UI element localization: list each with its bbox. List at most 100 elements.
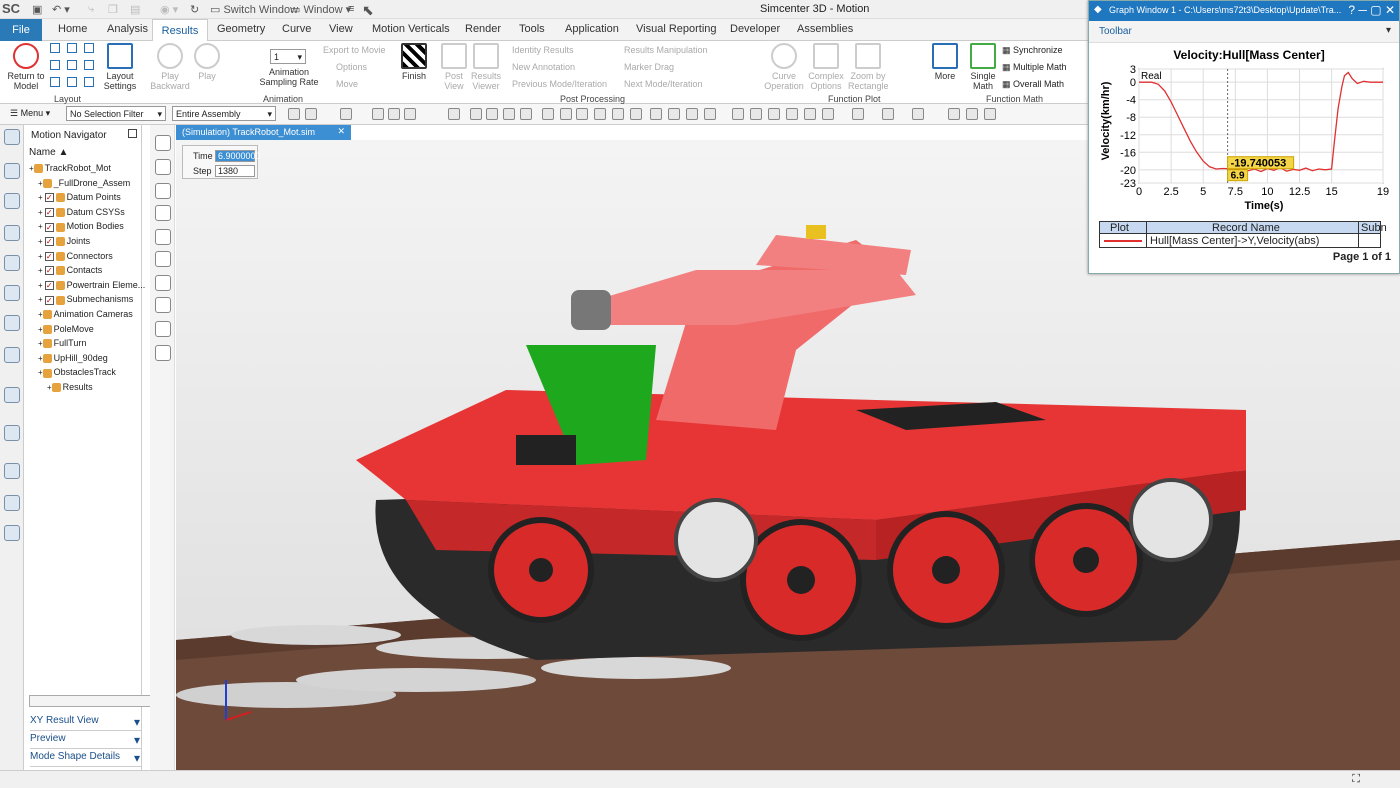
snap-icon[interactable]: [372, 108, 384, 120]
edge-icon[interactable]: [704, 108, 716, 120]
tab-geometry[interactable]: Geometry: [217, 23, 265, 35]
surface-icon[interactable]: [686, 108, 698, 120]
finish-button[interactable]: Finish: [398, 43, 430, 81]
expand-icon[interactable]: +: [29, 164, 34, 173]
plot-table-row[interactable]: Hull[Mass Center]->Y,Velocity(abs): [1100, 234, 1380, 248]
customize-icon[interactable]: ≡: [348, 3, 354, 15]
intersection-icon[interactable]: [612, 108, 624, 120]
navigator-item[interactable]: + FullTurn: [38, 336, 86, 350]
marker-drag-button[interactable]: Marker Drag: [624, 62, 674, 72]
expand-icon[interactable]: +: [38, 325, 43, 334]
tab-analysis[interactable]: Analysis: [107, 23, 148, 35]
selection-filter-select[interactable]: No Selection Filter: [66, 106, 166, 121]
navigator-item[interactable]: + ✓ Powertrain Eleme...: [38, 278, 145, 292]
line-icon[interactable]: [503, 108, 515, 120]
mode-shape-details-panel[interactable]: Mode Shape Details: [30, 751, 142, 767]
navigator-item[interactable]: + ✓ Contacts: [38, 263, 102, 277]
visibility-checkbox[interactable]: ✓: [44, 237, 54, 247]
undo-icon[interactable]: ↶ ▾: [52, 3, 70, 16]
play-icon[interactable]: [155, 135, 171, 151]
navigator-maximize-icon[interactable]: [128, 129, 137, 138]
navigator-item[interactable]: + ObstaclesTrack: [38, 365, 116, 379]
expand-icon[interactable]: +: [38, 237, 43, 246]
tangent-icon[interactable]: [630, 108, 642, 120]
globe-icon[interactable]: [4, 425, 20, 441]
paste-icon[interactable]: ▤: [130, 3, 140, 16]
tab-results[interactable]: Results: [152, 19, 208, 42]
filter-icon[interactable]: [340, 108, 352, 120]
part-navigator-icon[interactable]: [4, 255, 20, 271]
diagonal-icon[interactable]: [520, 108, 532, 120]
view-orient-icon[interactable]: [822, 108, 834, 120]
visibility-checkbox[interactable]: ✓: [44, 207, 54, 217]
chart-icon[interactable]: [4, 495, 20, 511]
visibility-checkbox[interactable]: ✓: [44, 251, 54, 261]
expand-icon[interactable]: +: [38, 339, 43, 348]
visibility-checkbox[interactable]: ✓: [44, 295, 54, 305]
hd3d-icon[interactable]: [4, 315, 20, 331]
export-to-movie-button[interactable]: Export to Movie: [323, 45, 386, 55]
previous-mode-button[interactable]: Previous Mode/Iteration: [512, 79, 607, 89]
tab-application[interactable]: Application: [565, 23, 619, 35]
target-icon[interactable]: [470, 108, 482, 120]
return-to-model-button[interactable]: Return to Model: [6, 43, 46, 91]
post-view-button[interactable]: Post View: [440, 43, 468, 91]
play-icon[interactable]: ◉ ▾: [160, 3, 178, 16]
layout-4-icon[interactable]: [50, 60, 60, 70]
assembly-scope-select[interactable]: Entire Assembly: [172, 106, 276, 121]
layout-6-icon[interactable]: [84, 60, 94, 70]
time-field[interactable]: 6.9000000: [215, 150, 261, 162]
edit-icon[interactable]: [966, 108, 978, 120]
help-icon[interactable]: ?: [1348, 3, 1355, 17]
tab-file[interactable]: File: [0, 19, 42, 41]
fit-view-icon[interactable]: [155, 229, 171, 245]
save-icon[interactable]: ▣: [32, 3, 42, 16]
assembly-icon[interactable]: [404, 108, 416, 120]
endpoint-icon[interactable]: [668, 108, 680, 120]
zoom-by-rectangle-button[interactable]: Zoom by Rectangle: [848, 43, 889, 91]
expand-icon[interactable]: +: [38, 266, 43, 275]
split-view-icon[interactable]: [155, 321, 171, 337]
navigator-item[interactable]: + ✓ Datum CSYSs: [38, 205, 125, 219]
xy-result-view-panel[interactable]: XY Result View: [30, 715, 142, 731]
expand-icon[interactable]: +: [38, 222, 43, 231]
sparkle-icon[interactable]: [155, 345, 171, 361]
identity-results-button[interactable]: Identity Results: [512, 45, 574, 55]
options-button[interactable]: Options: [336, 62, 367, 72]
close-icon[interactable]: ✕: [1385, 3, 1395, 17]
sphere-icon[interactable]: [448, 108, 460, 120]
navigator-item[interactable]: + _FullDrone_Assem: [38, 176, 130, 190]
play-backward-button[interactable]: Play Backward: [150, 43, 190, 91]
expand-icon[interactable]: +: [38, 208, 43, 217]
step-field[interactable]: 1380: [215, 165, 255, 177]
hex-icon[interactable]: [155, 275, 171, 291]
copy-icon[interactable]: ❐: [108, 3, 118, 16]
pick-icon[interactable]: [305, 108, 317, 120]
tab-motion-verticals[interactable]: Motion Verticals: [372, 23, 450, 35]
rewind-icon[interactable]: [155, 205, 171, 221]
preview-panel[interactable]: Preview: [30, 733, 142, 749]
arc-icon[interactable]: [542, 108, 554, 120]
expand-icon[interactable]: +: [38, 281, 43, 290]
menu-button[interactable]: ☰ Menu ▾: [10, 108, 50, 119]
visibility-checkbox[interactable]: ✓: [44, 266, 54, 276]
navigator-item[interactable]: + ✓ Joints: [38, 234, 90, 248]
rotate-icon[interactable]: [768, 108, 780, 120]
new-annotation-button[interactable]: New Annotation: [512, 62, 575, 72]
navigator-horizontal-scrollbar[interactable]: [29, 695, 164, 707]
assembly-navigator-icon[interactable]: [4, 193, 20, 209]
expand-icon[interactable]: +: [47, 383, 52, 392]
minimize-icon[interactable]: ─: [1358, 3, 1367, 17]
more-button[interactable]: More: [930, 43, 960, 81]
reuse-library-icon[interactable]: [4, 285, 20, 301]
navigator-item[interactable]: + Animation Cameras: [38, 307, 133, 321]
step-icon[interactable]: [155, 159, 171, 175]
layout-7-icon[interactable]: [50, 77, 60, 87]
shaded-icon[interactable]: [804, 108, 816, 120]
settings-gear-icon[interactable]: [4, 129, 20, 145]
overall-math-button[interactable]: ▦ Overall Math: [1002, 79, 1064, 90]
navigator-column-name[interactable]: Name ▲: [29, 147, 68, 158]
fullscreen-icon[interactable]: ⛶: [1352, 773, 1360, 786]
quadrant-icon[interactable]: [594, 108, 606, 120]
navigator-item[interactable]: + ✓ Submechanisms: [38, 292, 133, 306]
